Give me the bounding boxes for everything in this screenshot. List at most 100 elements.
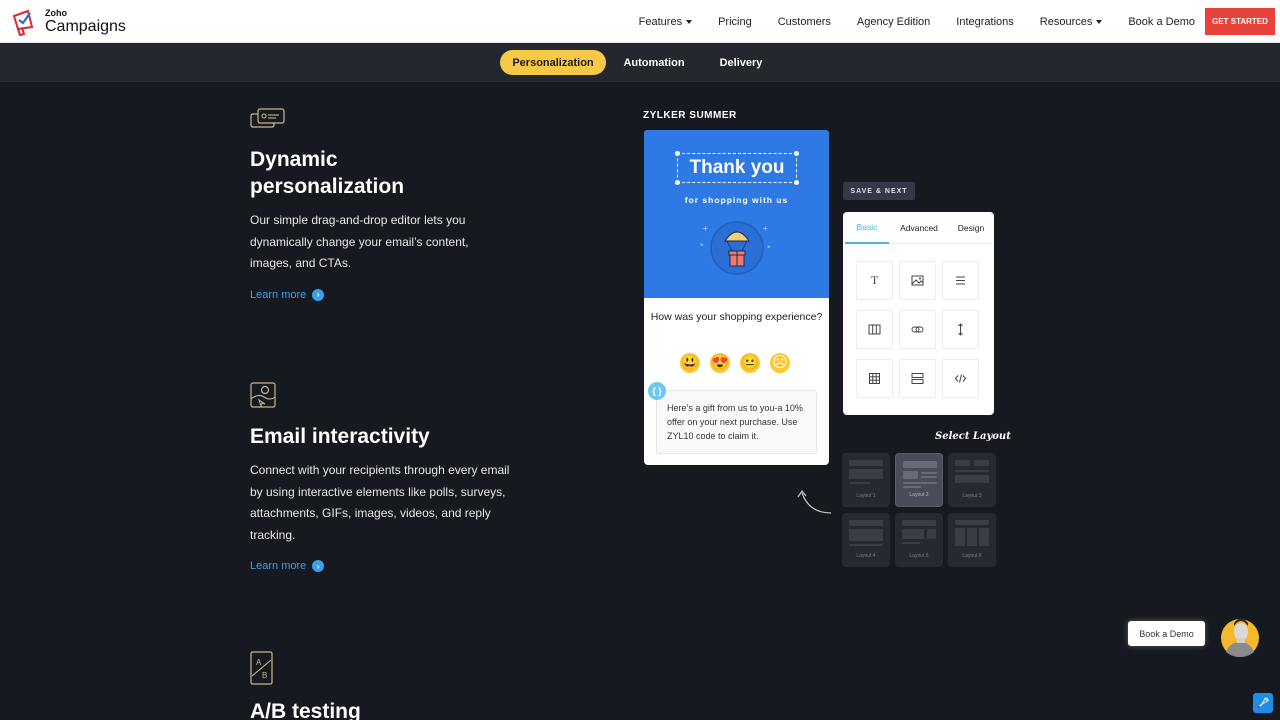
feature-email-interactivity: Email interactivity Connect with your re… — [250, 381, 510, 572]
learn-more-link[interactable]: Learn more › — [250, 288, 510, 301]
panel-tabs: Basic Advanced Design — [843, 212, 994, 244]
nav-resources-label: Resources — [1039, 15, 1093, 28]
svg-text:×: × — [767, 245, 771, 251]
layout-label: Layout 1 — [856, 493, 876, 499]
chevron-right-icon: › — [312, 560, 325, 572]
link-block-icon[interactable] — [899, 310, 936, 349]
layout-preview-bar — [849, 460, 883, 466]
layout-option-selected[interactable]: Layout 2 — [895, 453, 943, 507]
divider-block-icon[interactable] — [899, 359, 936, 398]
layout-preview-bar — [921, 476, 937, 478]
main-nav: Features Pricing Customers Agency Editio… — [639, 0, 1280, 43]
columns-block-icon[interactable] — [856, 310, 893, 349]
nav-customers[interactable]: Customers — [778, 16, 831, 28]
tab-personalization[interactable]: Personalization — [500, 50, 606, 75]
book-demo-bubble[interactable]: Book a Demo — [1128, 621, 1205, 646]
layout-preview-bar — [955, 460, 970, 466]
heading-selection-box[interactable]: Thank you — [675, 151, 799, 185]
block-grid: T — [856, 261, 979, 398]
eyedropper-icon — [1258, 697, 1269, 708]
spacer-block-icon[interactable] — [942, 310, 979, 349]
nav-agency-edition[interactable]: Agency Edition — [857, 16, 930, 28]
layout-preview-bar — [902, 520, 936, 526]
feature-category-tabs: Personalization Automation Delivery — [0, 43, 1280, 82]
neutral-emoji-icon[interactable]: 😐 — [740, 353, 760, 373]
heart-eyes-emoji-icon[interactable]: 😍 — [710, 353, 730, 373]
nav-agency-label: Agency Edition — [856, 15, 931, 28]
text-glyph: T — [870, 273, 879, 287]
nav-features[interactable]: Features — [639, 16, 693, 28]
panel-tab-design[interactable]: Design — [949, 212, 993, 244]
frown-emoji-icon[interactable]: ☹ — [770, 353, 790, 373]
layout-preview-bar — [955, 528, 965, 546]
layout-option[interactable]: Layout 3 — [948, 453, 996, 507]
layout-preview-bar — [902, 542, 920, 544]
curved-arrow-icon — [797, 489, 832, 514]
learn-more-link[interactable]: Learn more › — [250, 560, 510, 572]
resize-handle[interactable] — [675, 180, 680, 185]
tab-delivery[interactable]: Delivery — [702, 50, 780, 75]
layout-option[interactable]: Layout 1 — [842, 453, 890, 507]
sales-rep-avatar[interactable] — [1220, 610, 1260, 658]
eyedropper-button[interactable] — [1253, 693, 1273, 713]
panel-tab-advanced[interactable]: Advanced — [889, 212, 949, 244]
layout-option[interactable]: Layout 5 — [895, 513, 943, 567]
layout-option[interactable]: Layout 4 — [842, 513, 890, 567]
nav-integrations[interactable]: Integrations — [956, 16, 1013, 28]
layout-label: Layout 5 — [909, 553, 929, 559]
megaphone-logo-icon — [12, 9, 34, 37]
layout-preview-bar — [955, 470, 989, 472]
nav-pricing[interactable]: Pricing — [718, 16, 752, 28]
save-and-next-button[interactable]: SAVE & NEXT — [843, 182, 915, 200]
nav-book-demo-label: Book a Demo — [1128, 15, 1195, 28]
get-started-button[interactable]: GET STARTED — [1205, 8, 1275, 35]
list-block-icon[interactable] — [942, 261, 979, 300]
emoji-rating: 😃 😍 😐 ☹ — [680, 353, 800, 373]
logo-product-text: Campaigns — [45, 18, 126, 35]
feature-title: Email interactivity — [250, 425, 430, 448]
layout-preview-bar — [974, 460, 989, 466]
code-block-icon[interactable] — [942, 359, 979, 398]
layout-label: Layout 2 — [909, 492, 929, 498]
table-block-icon[interactable] — [856, 359, 893, 398]
layout-picker: Layout 1 Layout 2 Layout 3 Layout 4 Layo… — [842, 453, 996, 567]
campaign-name-label: ZYLKER SUMMER — [643, 110, 737, 121]
layout-label: Layout 3 — [962, 493, 982, 499]
resize-handle[interactable] — [794, 151, 799, 156]
survey-question: How was your shopping experience? — [650, 311, 823, 323]
chevron-down-icon — [686, 19, 693, 24]
merge-tag-icon[interactable]: { } — [648, 382, 666, 400]
nav-customers-label: Customers — [777, 15, 831, 28]
nav-pricing-label: Pricing — [718, 15, 752, 28]
layout-preview-bar — [903, 486, 921, 488]
svg-text:B: B — [262, 671, 267, 680]
nav-book-demo[interactable]: Book a Demo — [1128, 16, 1195, 28]
text-block-icon[interactable]: T — [856, 261, 893, 300]
gift-message-block: Here’s a gift from us to you-a 10% offer… — [656, 390, 817, 454]
zoho-campaigns-logo[interactable]: Zoho Campaigns — [10, 7, 140, 37]
resize-handle[interactable] — [675, 151, 680, 156]
logo-zoho-text: Zoho — [45, 8, 67, 18]
feature-description: Our simple drag-and-drop editor lets you… — [250, 213, 469, 270]
email-header-banner: Thank you for shopping with us + + × × — [644, 130, 829, 298]
layout-preview-bar — [927, 529, 936, 539]
tab-automation[interactable]: Automation — [606, 50, 702, 75]
layout-preview-bar — [955, 520, 989, 525]
nav-resources[interactable]: Resources — [1040, 16, 1103, 28]
chevron-right-icon: › — [312, 288, 325, 301]
layout-preview-bar — [979, 528, 989, 546]
image-block-icon[interactable] — [899, 261, 936, 300]
svg-text:+: + — [763, 224, 768, 233]
email-heading: Thank you — [689, 157, 785, 178]
layout-preview-bar — [849, 544, 883, 546]
layout-option[interactable]: Layout 6 — [948, 513, 996, 567]
svg-text:A: A — [256, 658, 262, 667]
panel-tab-basic[interactable]: Basic — [845, 212, 889, 244]
content-blocks-panel: Basic Advanced Design T — [843, 212, 994, 415]
layout-preview-bar — [903, 482, 937, 484]
learn-more-label: Learn more — [250, 288, 307, 301]
resize-handle[interactable] — [794, 180, 799, 185]
smile-emoji-icon[interactable]: 😃 — [680, 353, 700, 373]
layout-preview-bar — [955, 475, 989, 483]
feature-title: Dynamic personalization — [250, 146, 510, 200]
